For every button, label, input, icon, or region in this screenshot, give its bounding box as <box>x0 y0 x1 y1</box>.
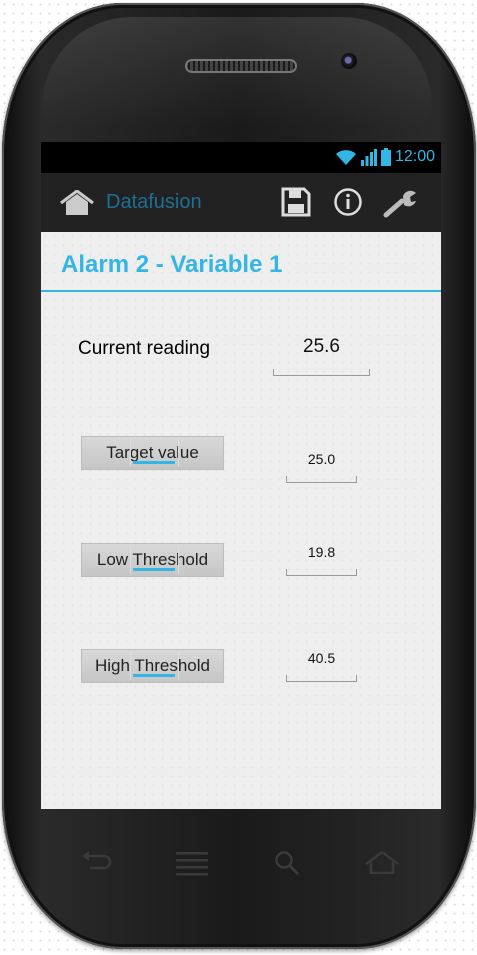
page-header: Alarm 2 - Variable 1 <box>41 232 441 292</box>
front-camera <box>341 53 357 69</box>
home-nav-icon[interactable] <box>364 850 400 874</box>
target-value-value: 25.0 <box>307 451 336 467</box>
button-accent <box>133 674 175 677</box>
earpiece-speaker <box>185 59 297 73</box>
field-underline <box>286 569 357 576</box>
home-icon[interactable] <box>59 190 95 216</box>
high-threshold-field[interactable]: 40.5 <box>286 650 357 682</box>
low-threshold-value: 19.8 <box>307 544 336 560</box>
status-icons: 12:00 <box>335 148 435 166</box>
device-screen: 12:00 Datafusion Alarm 2 - Variable 1 Cu… <box>41 142 441 809</box>
status-bar: 12:00 <box>41 142 441 173</box>
current-reading-field[interactable]: 25.6 <box>273 336 370 376</box>
target-value-field[interactable]: 25.0 <box>286 451 357 483</box>
button-divider <box>130 439 131 467</box>
button-accent <box>133 568 175 571</box>
field-underline <box>273 369 370 376</box>
action-bar: Datafusion <box>41 173 441 232</box>
current-reading-label: Current reading <box>78 338 211 359</box>
low-threshold-label: Low Threshold <box>96 550 209 569</box>
button-accent <box>133 461 175 464</box>
save-icon[interactable] <box>281 187 311 217</box>
button-divider <box>130 546 131 574</box>
button-divider <box>130 652 131 680</box>
info-icon[interactable] <box>333 187 363 217</box>
button-divider <box>178 652 179 680</box>
button-divider <box>178 439 179 467</box>
app-title[interactable]: Datafusion <box>106 191 202 214</box>
search-icon[interactable] <box>274 850 300 876</box>
field-underline <box>286 476 357 483</box>
wrench-icon[interactable] <box>383 187 419 219</box>
signal-icon <box>360 148 377 166</box>
high-threshold-value: 40.5 <box>307 650 336 666</box>
high-threshold-label: High Threshold <box>95 656 210 675</box>
low-threshold-button[interactable]: Low Threshold <box>81 543 224 577</box>
target-value-label: Target value <box>106 443 199 462</box>
target-value-button[interactable]: Target value <box>81 436 224 470</box>
status-time: 12:00 <box>394 148 435 165</box>
wifi-icon <box>335 149 356 165</box>
low-threshold-field[interactable]: 19.8 <box>286 544 357 576</box>
button-divider <box>178 546 179 574</box>
battery-icon <box>380 148 391 166</box>
high-threshold-button[interactable]: High Threshold <box>81 649 224 683</box>
back-icon[interactable] <box>80 850 112 874</box>
field-underline <box>286 675 357 682</box>
current-reading-value: 25.6 <box>303 336 340 357</box>
page-title: Alarm 2 - Variable 1 <box>61 251 283 278</box>
menu-icon[interactable] <box>176 850 208 876</box>
